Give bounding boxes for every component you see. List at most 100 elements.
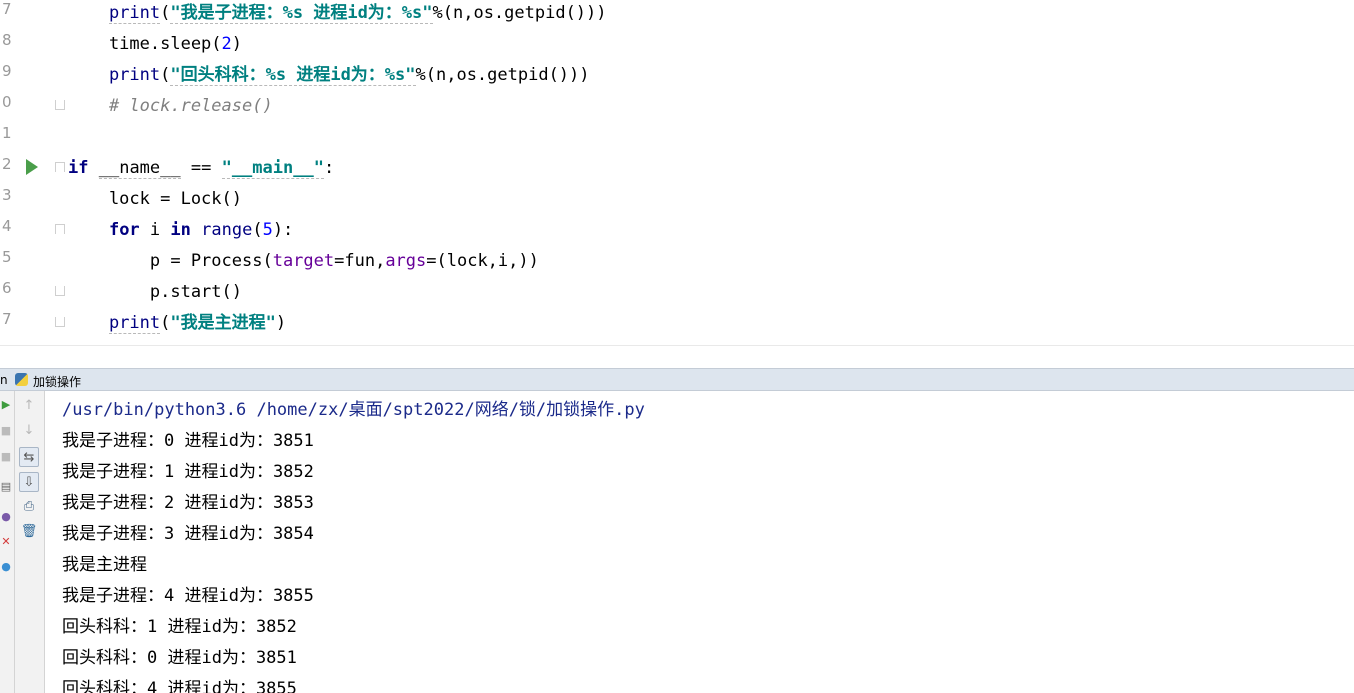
fold-marker-icon[interactable] xyxy=(55,286,65,296)
code-text: lock = Lock() xyxy=(68,189,242,209)
code-line[interactable]: 3 lock = Lock() xyxy=(0,184,1354,215)
code-line[interactable]: 6 p.start() xyxy=(0,277,1354,308)
run-window-title-fragment: n xyxy=(0,373,8,387)
code-line[interactable]: 7 print("我是主进程") xyxy=(0,308,1354,339)
code-text: p = Process(target=fun,args=(lock,i,)) xyxy=(68,251,539,271)
code-editor[interactable]: 7 print("我是子进程：%s 进程id为：%s"%(n,os.getpid… xyxy=(0,0,1354,345)
console-output-line: 我是子进程：3 进程id为：3854 xyxy=(62,524,314,544)
line-number: 5 xyxy=(2,248,12,266)
line-number: 8 xyxy=(2,31,12,49)
code-text: print("我是子进程：%s 进程id为：%s"%(n,os.getpid()… xyxy=(68,3,607,24)
layout-icon[interactable]: ▤ xyxy=(0,481,12,493)
close-icon[interactable]: ✕ xyxy=(0,536,12,548)
code-token: time.sleep( xyxy=(68,34,222,54)
run-gutter-icon[interactable] xyxy=(26,159,38,175)
editor-bottom-bar xyxy=(0,345,1354,368)
code-token: for xyxy=(108,220,140,240)
code-token: %(n,os.getpid())) xyxy=(415,65,590,85)
code-line[interactable]: 7 print("我是子进程：%s 进程id为：%s"%(n,os.getpid… xyxy=(0,0,1354,29)
code-token: args xyxy=(385,251,427,271)
code-line[interactable]: 1 xyxy=(0,122,1354,153)
line-number: 7 xyxy=(2,0,12,18)
console-toolbar: ↑ ↓ ⇆ ⇩ ⎙ 🗑 xyxy=(15,391,45,693)
code-token: p = Process( xyxy=(68,251,273,271)
code-text: time.sleep(2) xyxy=(68,34,242,54)
code-token: print xyxy=(108,3,161,24)
line-number: 9 xyxy=(2,62,12,80)
code-token: ( xyxy=(160,65,171,85)
code-text: # lock.release() xyxy=(68,96,273,116)
rerun-icon[interactable]: ■ xyxy=(0,451,12,463)
print-icon[interactable]: ⎙ xyxy=(19,497,39,517)
console-command-line: /usr/bin/python3.6 /home/zx/桌面/spt2022/网… xyxy=(62,400,645,420)
line-number: 6 xyxy=(2,279,12,297)
code-token: 5 xyxy=(262,220,273,240)
code-line[interactable]: 8 time.sleep(2) xyxy=(0,29,1354,60)
code-token: in xyxy=(170,220,191,240)
code-token: lock = Lock() xyxy=(68,189,242,209)
console-output-line: 我是主进程 xyxy=(62,555,147,575)
fold-marker-icon[interactable] xyxy=(55,162,65,172)
code-token: ): xyxy=(272,220,294,240)
run-icon[interactable]: ▶ xyxy=(0,399,12,411)
code-token: "我是主进程" xyxy=(170,313,276,333)
code-token: ( xyxy=(160,313,171,333)
scroll-to-end-icon[interactable]: ⇩ xyxy=(19,472,39,492)
run-config-tab[interactable]: 加锁操作 xyxy=(33,373,81,390)
fold-marker-icon[interactable] xyxy=(55,224,65,234)
console-output-line: 我是子进程：2 进程id为：3853 xyxy=(62,493,314,513)
code-token: ( xyxy=(160,3,171,23)
code-text: if __name__ == "__main__": xyxy=(68,158,335,179)
line-number: 3 xyxy=(2,186,12,204)
code-token: =fun, xyxy=(334,251,386,271)
fold-marker-icon[interactable] xyxy=(55,317,65,327)
console-output[interactable]: /usr/bin/python3.6 /home/zx/桌面/spt2022/网… xyxy=(45,391,1354,693)
code-token: 2 xyxy=(221,34,232,54)
scroll-up-icon[interactable]: ↑ xyxy=(19,396,39,416)
clear-all-icon[interactable]: 🗑 xyxy=(19,522,39,542)
code-line[interactable]: 0 # lock.release() xyxy=(0,91,1354,122)
code-token: "__main__" xyxy=(221,158,324,179)
line-number: 0 xyxy=(2,93,12,111)
code-token: p.start() xyxy=(68,282,242,302)
code-token: print xyxy=(108,313,161,334)
line-number: 7 xyxy=(2,310,12,328)
run-actions-strip: ▶ ■ ■ ▤ ● ✕ ● xyxy=(0,391,15,693)
code-token: %(n,os.getpid())) xyxy=(432,3,607,23)
code-token: : xyxy=(323,158,335,178)
code-line[interactable]: 5 p = Process(target=fun,args=(lock,i,)) xyxy=(0,246,1354,277)
code-token: "回头科科：%s 进程id为：%s" xyxy=(170,65,416,86)
line-number: 4 xyxy=(2,217,12,235)
code-token: == xyxy=(180,158,222,178)
code-text: p.start() xyxy=(68,282,242,302)
code-line[interactable]: 4 for i in range(5): xyxy=(0,215,1354,246)
console-output-line: 回头科科：4 进程id为：3855 xyxy=(62,679,297,693)
help-icon[interactable]: ● xyxy=(0,561,12,573)
console-output-line: 我是子进程：1 进程id为：3852 xyxy=(62,462,314,482)
line-number: 1 xyxy=(2,124,12,142)
code-token: =(lock,i,)) xyxy=(426,251,539,271)
scroll-down-icon[interactable]: ↓ xyxy=(19,421,39,441)
console-output-line: 回头科科：1 进程id为：3852 xyxy=(62,617,297,637)
code-line[interactable]: 9 print("回头科科：%s 进程id为：%s"%(n,os.getpid(… xyxy=(0,60,1354,91)
soft-wrap-icon[interactable]: ⇆ xyxy=(19,447,39,467)
code-line[interactable]: 2 if __name__ == "__main__": xyxy=(0,153,1354,184)
code-token: __name__ xyxy=(98,158,181,179)
code-token: i xyxy=(139,220,171,240)
settings-icon[interactable]: ● xyxy=(0,511,12,523)
console-output-line: 我是子进程：0 进程id为：3851 xyxy=(62,431,314,451)
code-text: print("回头科科：%s 进程id为：%s"%(n,os.getpid())… xyxy=(68,65,590,86)
fold-marker-icon[interactable] xyxy=(55,100,65,110)
code-token: ( xyxy=(252,220,263,240)
code-token: if xyxy=(68,158,89,178)
stop-icon[interactable]: ■ xyxy=(0,425,12,437)
code-token: ) xyxy=(275,313,287,333)
console-output-line: 回头科科：0 进程id为：3851 xyxy=(62,648,297,668)
